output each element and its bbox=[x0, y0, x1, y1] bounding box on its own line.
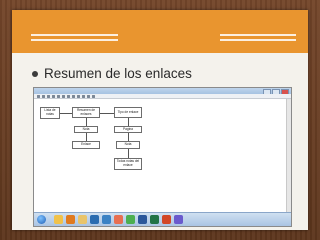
excel-icon[interactable] bbox=[150, 215, 159, 224]
link-line bbox=[128, 118, 129, 126]
bullet-icon bbox=[32, 70, 38, 77]
tool-icon[interactable] bbox=[67, 94, 70, 98]
slide-title-row: Resumen de los enlaces bbox=[32, 66, 192, 81]
slide-title: Resumen de los enlaces bbox=[44, 66, 192, 81]
presentation-slide: Resumen de los enlaces Lista de notas Re… bbox=[12, 10, 308, 230]
diagram-node[interactable]: Enlace bbox=[72, 141, 100, 149]
diagram-node[interactable]: Todas notas del enlace bbox=[114, 158, 142, 170]
diagram-node[interactable]: Tipo de enlace bbox=[114, 107, 142, 118]
start-button-icon[interactable] bbox=[37, 215, 46, 224]
tool-icon[interactable] bbox=[77, 94, 80, 98]
toolbar bbox=[34, 94, 291, 99]
taskbar bbox=[34, 212, 291, 226]
link-line bbox=[60, 113, 72, 114]
folder-icon[interactable] bbox=[78, 215, 87, 224]
orange-banner bbox=[12, 10, 308, 53]
tool-icon[interactable] bbox=[92, 94, 95, 98]
tool-icon[interactable] bbox=[57, 94, 60, 98]
tool-icon[interactable] bbox=[62, 94, 65, 98]
diagram-node[interactable]: Lista de notas bbox=[40, 107, 60, 119]
diagram-canvas[interactable]: Lista de notas Resumen de enlaces Tipo d… bbox=[38, 101, 258, 212]
link-line bbox=[128, 133, 129, 141]
vertical-scrollbar[interactable] bbox=[286, 99, 291, 213]
word-icon[interactable] bbox=[138, 215, 147, 224]
tool-icon[interactable] bbox=[42, 94, 45, 98]
tool-icon[interactable] bbox=[37, 94, 40, 98]
embedded-screenshot: Lista de notas Resumen de enlaces Tipo d… bbox=[33, 87, 292, 227]
firefox-icon[interactable] bbox=[114, 215, 123, 224]
tool-icon[interactable] bbox=[82, 94, 85, 98]
banner-line bbox=[220, 39, 296, 41]
diagram-node[interactable]: Nota bbox=[116, 141, 140, 149]
media-icon[interactable] bbox=[66, 215, 75, 224]
link-line bbox=[86, 133, 87, 141]
tool-icon[interactable] bbox=[47, 94, 50, 98]
banner-line bbox=[31, 39, 118, 41]
diagram-node[interactable]: Pagina bbox=[114, 126, 142, 133]
diagram-node[interactable]: Nota bbox=[74, 126, 98, 133]
explorer-icon[interactable] bbox=[54, 215, 63, 224]
diagram-node[interactable]: Resumen de enlaces bbox=[72, 107, 100, 118]
link-line bbox=[100, 113, 114, 114]
tool-icon[interactable] bbox=[52, 94, 55, 98]
ie-icon[interactable] bbox=[102, 215, 111, 224]
app-icon[interactable] bbox=[174, 215, 183, 224]
browser-icon[interactable] bbox=[90, 215, 99, 224]
tool-icon[interactable] bbox=[87, 94, 90, 98]
chrome-icon[interactable] bbox=[126, 215, 135, 224]
banner-line bbox=[31, 34, 118, 36]
tool-icon[interactable] bbox=[72, 94, 75, 98]
link-line bbox=[128, 149, 129, 158]
banner-line bbox=[220, 34, 296, 36]
powerpoint-icon[interactable] bbox=[162, 215, 171, 224]
link-line bbox=[86, 118, 87, 126]
